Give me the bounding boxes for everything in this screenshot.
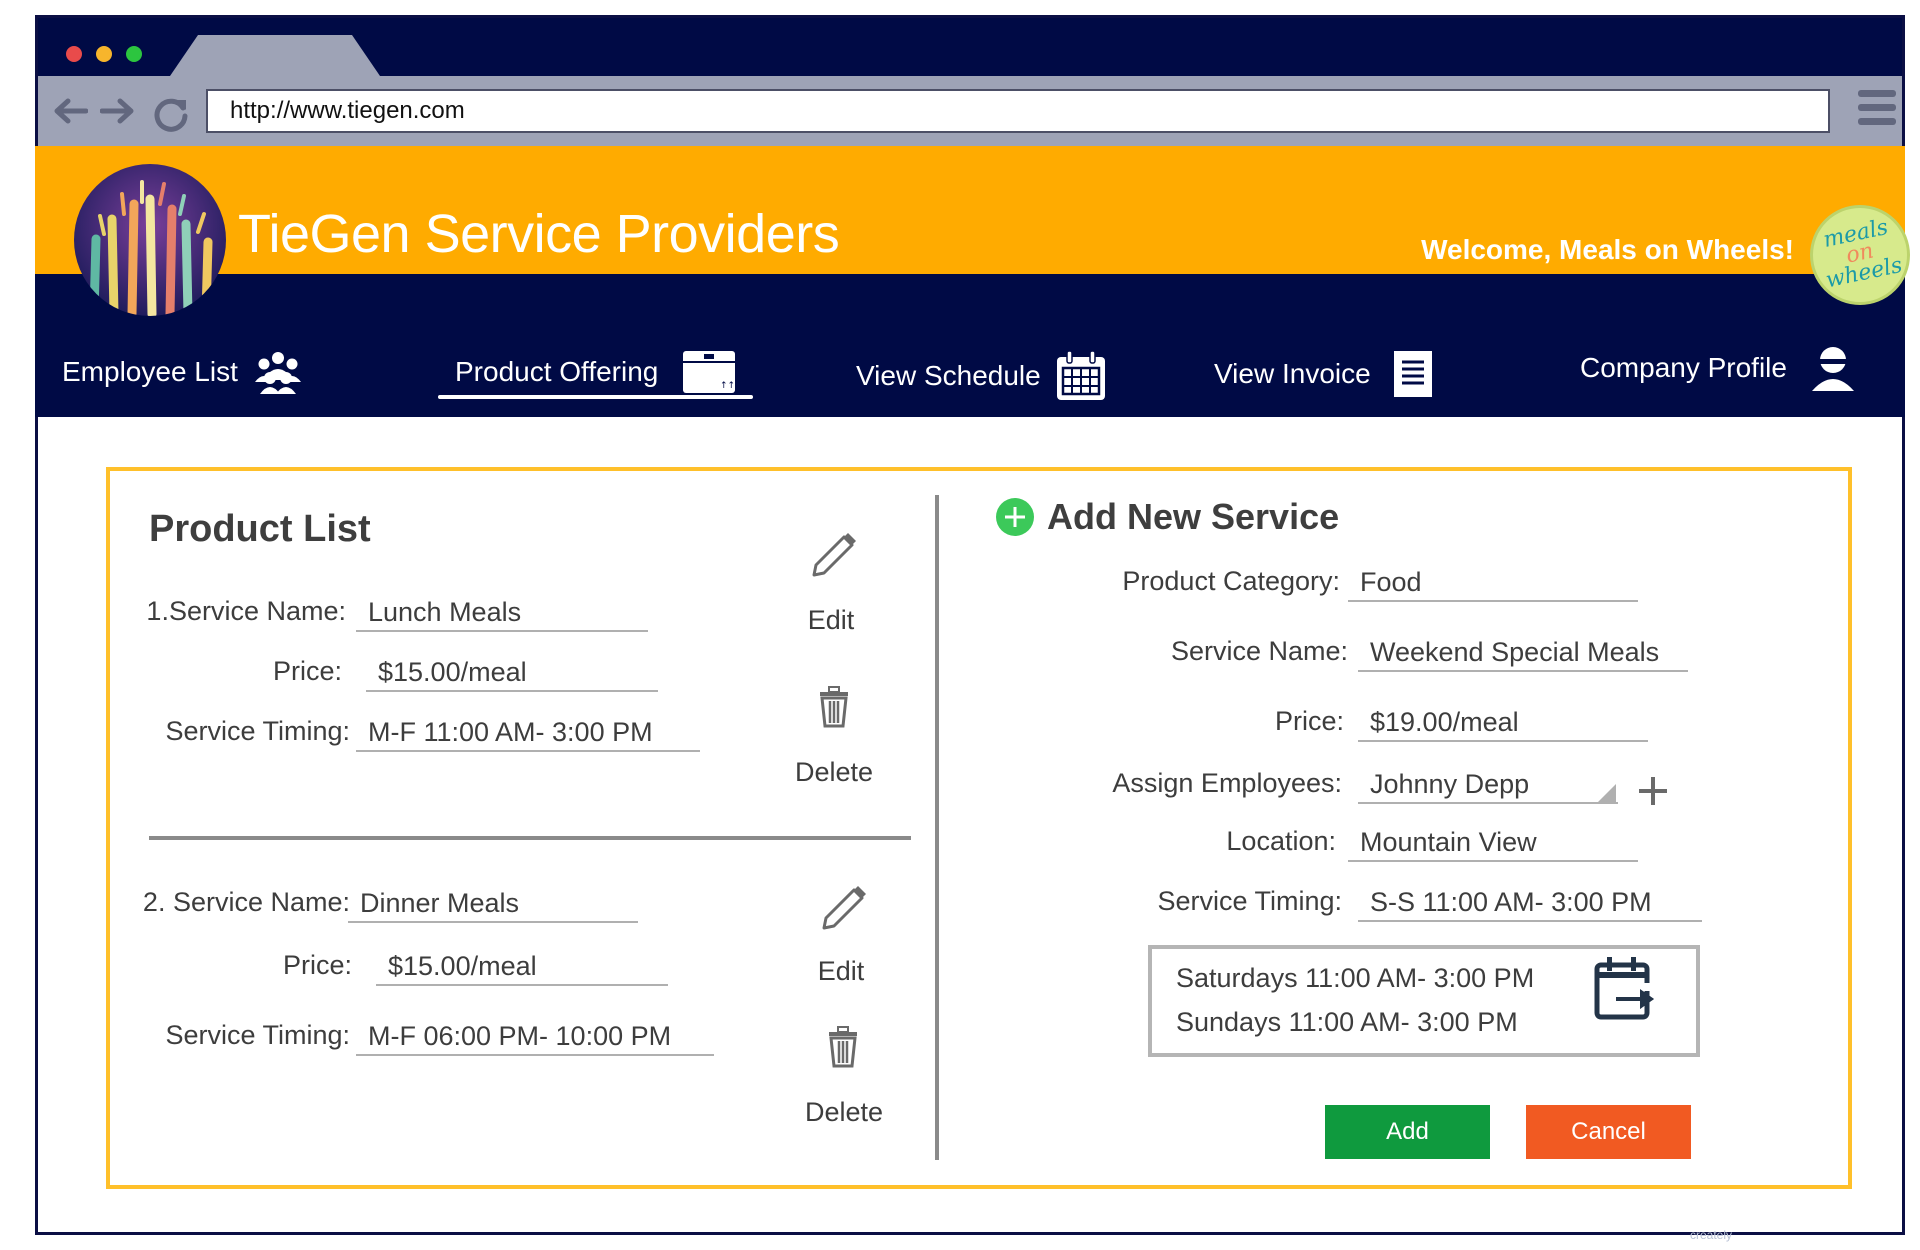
edit-button[interactable]: Edit [771, 605, 891, 636]
watermark: creately [1690, 1228, 1733, 1242]
product-category-field[interactable]: Food [1348, 564, 1638, 602]
back-arrow-icon[interactable] [52, 96, 88, 126]
brand-title: TieGen Service Providers [238, 204, 840, 264]
service-timing-label: Service Timing: [165, 1020, 350, 1050]
cancel-button[interactable]: Cancel [1526, 1105, 1691, 1159]
price-field[interactable]: $15.00/meal [366, 654, 658, 692]
raised-hands-logo [74, 164, 226, 316]
dropdown-corner-icon[interactable] [1598, 784, 1616, 802]
welcome-message: Welcome, Meals on Wheels! [1421, 234, 1794, 265]
invoice-icon [1393, 351, 1432, 397]
maximize-window-dot[interactable] [126, 46, 142, 62]
reload-icon[interactable] [152, 94, 190, 132]
active-tab-indicator [438, 395, 753, 399]
calendar-export-icon[interactable] [1594, 955, 1658, 1023]
nav-label: View Schedule [856, 360, 1041, 391]
svg-text:↑↑: ↑↑ [720, 381, 735, 391]
close-window-dot[interactable] [66, 46, 82, 62]
product-list-title: Product List [149, 508, 371, 550]
list-separator [149, 836, 911, 840]
service-name-label: Service Name: [1170, 636, 1348, 666]
edit-pencil-icon[interactable] [806, 525, 858, 577]
service-timing-field[interactable]: M-F 11:00 AM- 3:00 PM [356, 714, 700, 752]
location-label: Location: [1226, 826, 1336, 856]
nav-company-profile[interactable]: Company Profile [1580, 345, 1857, 391]
price-label: Price: [272, 656, 342, 686]
add-service-title: Add New Service [1047, 496, 1340, 537]
service-timing-input[interactable]: S-S 11:00 AM- 3:00 PM [1358, 884, 1702, 922]
nav-label: View Invoice [1214, 358, 1371, 389]
people-group-icon [254, 352, 301, 394]
service-timing-field[interactable]: M-F 06:00 PM- 10:00 PM [356, 1018, 714, 1056]
nav-label: Product Offering [455, 356, 659, 387]
service-name-input[interactable]: Weekend Special Meals [1358, 634, 1688, 672]
forward-arrow-icon[interactable] [100, 96, 136, 126]
assign-employees-label: Assign Employees: [1112, 768, 1342, 798]
meals-on-wheels-logo: meals on wheels [1810, 205, 1910, 305]
price-field[interactable]: $15.00/meal [376, 948, 668, 986]
nav-employee-list[interactable]: Employee List [62, 350, 304, 394]
nav-view-schedule[interactable]: View Schedule [856, 350, 1107, 402]
url-bar[interactable]: http://www.tiegen.com [206, 89, 1830, 133]
timing-detail-line: Sundays 11:00 AM- 3:00 PM [1176, 1007, 1518, 1037]
edit-pencil-icon[interactable] [816, 878, 868, 930]
service-name-field[interactable]: Lunch Meals [356, 594, 648, 632]
delete-button[interactable]: Delete [784, 1097, 904, 1128]
nav-view-invoice[interactable]: View Invoice [1214, 350, 1433, 398]
price-input[interactable]: $19.00/meal [1358, 704, 1648, 742]
calendar-icon [1056, 350, 1105, 400]
service-timing-label: Service Timing: [1157, 886, 1342, 916]
add-circle-icon [996, 498, 1034, 536]
add-employee-plus-icon[interactable] [1637, 775, 1669, 807]
trash-icon[interactable] [816, 686, 852, 728]
price-label: Price: [282, 950, 352, 980]
service-name-field[interactable]: Dinner Meals [348, 885, 638, 923]
add-button[interactable]: Add [1325, 1105, 1490, 1159]
timing-detail-line: Saturdays 11:00 AM- 3:00 PM [1176, 963, 1535, 993]
nav-label: Employee List [62, 356, 238, 387]
service-name-label: 1.Service Name: [146, 596, 346, 626]
minimize-window-dot[interactable] [96, 46, 112, 62]
edit-button[interactable]: Edit [781, 956, 901, 987]
assign-employees-select[interactable]: Johnny Depp [1358, 766, 1618, 804]
user-icon [1811, 347, 1854, 391]
service-name-label: 2. Service Name: [142, 887, 350, 917]
browser-menu-icon[interactable] [1858, 90, 1896, 130]
product-category-label: Product Category: [1122, 566, 1340, 596]
box-icon: ↑↑ [683, 351, 735, 393]
delete-button[interactable]: Delete [774, 757, 894, 788]
price-label: Price: [1274, 706, 1344, 736]
nav-product-offering[interactable]: Product Offering ↑↑ [455, 350, 736, 394]
browser-tab[interactable] [170, 35, 380, 76]
panel-divider [935, 495, 939, 1160]
nav-label: Company Profile [1580, 352, 1787, 383]
service-timing-label: Service Timing: [165, 716, 350, 746]
location-input[interactable]: Mountain View [1348, 824, 1638, 862]
trash-icon[interactable] [825, 1026, 861, 1068]
